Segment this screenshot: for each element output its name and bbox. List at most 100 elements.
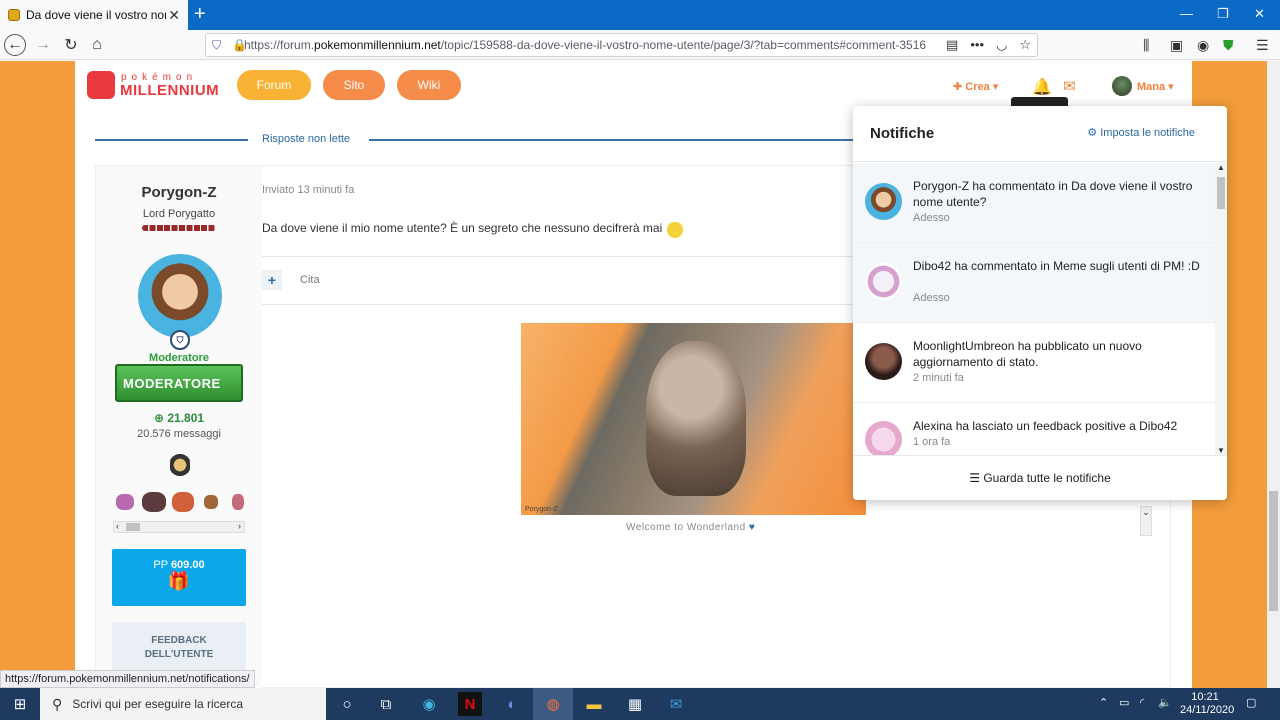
notification-time: 1 ora fa: [913, 436, 951, 448]
author-title: Lord Porygatto: [142, 208, 216, 220]
notification-time: Adesso: [913, 212, 950, 224]
task-view-icon[interactable]: ⧉: [374, 692, 398, 716]
user-menu[interactable]: Mana ▾: [1137, 80, 1174, 93]
messages-envelope-icon[interactable]: ✉: [1063, 77, 1076, 95]
volume-icon[interactable]: 🔈: [1158, 696, 1172, 709]
tab-title: Da dove viene il vostro nome u: [26, 8, 166, 22]
store-icon[interactable]: ▦: [623, 692, 647, 716]
sprites-scrollbar[interactable]: ‹ ›: [113, 521, 245, 533]
rank-pips: [142, 225, 216, 231]
lock-warning-icon[interactable]: 🔒: [232, 38, 247, 52]
reader-view-icon[interactable]: ▤: [946, 37, 958, 53]
site-header: pokémon MILLENNIUM Forum Sito Wiki ✚ Cre…: [75, 61, 1192, 111]
page-actions-icon[interactable]: •••: [970, 37, 984, 53]
minimize-icon[interactable]: —: [1180, 6, 1193, 21]
taskbar-search[interactable]: ⚲ Scrivi qui per eseguire la ricerca: [40, 688, 326, 720]
netflix-icon[interactable]: N: [458, 692, 482, 716]
notification-item[interactable]: Porygon-Z ha commentato in Da dove viene…: [853, 163, 1215, 243]
post-content: Da dove viene il mio nome utente? È un s…: [262, 220, 685, 238]
clock-date: 24/11/2020: [1180, 704, 1235, 716]
author-name[interactable]: Porygon-Z: [96, 184, 262, 201]
wifi-icon[interactable]: ◜: [1140, 696, 1144, 709]
pokemon-sprite: [172, 492, 194, 512]
cat-picture: [646, 341, 746, 496]
action-center-icon[interactable]: ▢: [1246, 696, 1256, 709]
network-status-icon[interactable]: ▭: [1119, 696, 1129, 709]
scroll-thumb[interactable]: [1217, 177, 1225, 209]
pokemon-sprite: [170, 453, 190, 477]
account-icon[interactable]: ◉: [1197, 37, 1209, 54]
edge-icon[interactable]: ◉: [417, 692, 441, 716]
notification-item[interactable]: Alexina ha lasciato un feedback positive…: [853, 403, 1215, 455]
windows-taskbar: ⊞ ⚲ Scrivi qui per eseguire la ricerca ○…: [0, 688, 1280, 720]
scroll-right-icon[interactable]: ›: [238, 521, 241, 531]
notification-item[interactable]: MoonlightUmbreon ha pubblicato un nuovo …: [853, 323, 1215, 403]
signature-scrollbar-down-icon[interactable]: ⌄: [1140, 506, 1152, 536]
scroll-thumb[interactable]: [126, 523, 140, 531]
pocket-icon[interactable]: ◡: [996, 37, 1007, 53]
scroll-left-icon[interactable]: ‹: [116, 521, 119, 531]
cortana-icon[interactable]: ○: [335, 692, 359, 716]
pokemon-millennium-logo-icon[interactable]: [87, 71, 115, 99]
new-tab-icon[interactable]: +: [194, 3, 206, 26]
logo-big-text: MILLENNIUM: [120, 82, 220, 99]
crea-button[interactable]: ✚ Crea ▾: [953, 80, 998, 93]
pokemon-sprite: [116, 494, 134, 510]
notifications-scrollbar[interactable]: ▲ ▼: [1215, 163, 1227, 455]
nav-wiki[interactable]: Wiki: [397, 70, 461, 100]
scroll-up-icon[interactable]: ▲: [1217, 163, 1225, 172]
library-icon[interactable]: ⫼: [1143, 37, 1149, 54]
firefox-icon[interactable]: ◍: [541, 692, 565, 716]
nav-sito[interactable]: Sito: [323, 70, 385, 100]
pp-points-box[interactable]: PP 609.00 🎁: [112, 549, 246, 606]
back-icon[interactable]: ←: [4, 34, 26, 56]
file-explorer-icon[interactable]: ▬: [582, 692, 606, 716]
discord-icon[interactable]: ◐: [500, 692, 524, 716]
restore-icon[interactable]: ❐: [1217, 6, 1229, 22]
user-avatar[interactable]: [1112, 76, 1132, 96]
signature-caption: Welcome to Wonderland ♥: [626, 522, 756, 533]
tray-chevron-icon[interactable]: ⌃: [1099, 696, 1108, 709]
page-scrollbar[interactable]: [1267, 61, 1280, 688]
reload-icon[interactable]: ↻: [60, 34, 82, 56]
sidebar-icon[interactable]: ▣: [1170, 37, 1183, 54]
divider: [262, 256, 862, 257]
forward-icon[interactable]: →: [32, 34, 54, 56]
url-text: https://forum.pokemonmillennium.net/topi…: [244, 38, 927, 52]
windows-start-icon[interactable]: ⊞: [0, 688, 40, 720]
signature-watermark: Porygon-Z: [525, 506, 558, 513]
multiquote-plus-button[interactable]: +: [262, 270, 282, 290]
unread-replies-label[interactable]: Risposte non lette: [262, 133, 350, 145]
quote-button[interactable]: Cita: [300, 274, 320, 286]
adblock-shield-icon[interactable]: ⛊: [1223, 37, 1234, 54]
view-all-notifications-link[interactable]: ☰ Guarda tutte le notifiche: [853, 455, 1227, 500]
heart-icon: ♥: [748, 522, 756, 533]
menu-icon[interactable]: ☰: [1256, 37, 1269, 54]
tracking-shield-icon[interactable]: ⛉: [212, 38, 221, 53]
avatar: [865, 183, 902, 220]
browser-tab-bar: Da dove viene il vostro nome u ✕ + — ❐ ✕: [0, 0, 1280, 30]
notifications-bell-icon[interactable]: 🔔: [1032, 77, 1052, 97]
notification-settings-link[interactable]: ⚙ Imposta le notifiche: [1087, 126, 1195, 139]
page-scroll-thumb[interactable]: [1269, 491, 1278, 611]
notification-item[interactable]: Dibo42 ha commentato in Meme sugli utent…: [853, 243, 1215, 323]
taskbar-clock[interactable]: 10:21 24/11/2020: [1180, 691, 1235, 717]
feedback-label-1: FEEDBACK: [151, 635, 207, 646]
notifications-header: Notifiche ⚙ Imposta le notifiche: [853, 106, 1227, 162]
pokemon-sprite: [232, 494, 244, 510]
nav-forum[interactable]: Forum: [237, 70, 311, 100]
close-tab-icon[interactable]: ✕: [168, 7, 180, 24]
close-window-icon[interactable]: ✕: [1254, 6, 1265, 22]
scroll-down-icon[interactable]: ▼: [1217, 446, 1225, 455]
avatar: [865, 421, 902, 455]
divider-left: [95, 139, 248, 141]
search-placeholder: Scrivi qui per eseguire la ricerca: [72, 697, 244, 711]
home-icon[interactable]: ⌂: [86, 34, 108, 56]
reputation-count: ⊕ 21.801: [153, 411, 205, 425]
browser-tab[interactable]: Da dove viene il vostro nome u ✕: [0, 0, 188, 30]
mail-icon[interactable]: ✉: [664, 692, 688, 716]
url-bar[interactable]: ⛉ 🔒 https://forum.pokemonmillennium.net/…: [205, 33, 1038, 57]
post-timestamp[interactable]: Inviato 13 minuti fa: [262, 184, 354, 196]
bookmark-star-icon[interactable]: ☆: [1019, 37, 1031, 53]
author-avatar[interactable]: [138, 254, 222, 338]
